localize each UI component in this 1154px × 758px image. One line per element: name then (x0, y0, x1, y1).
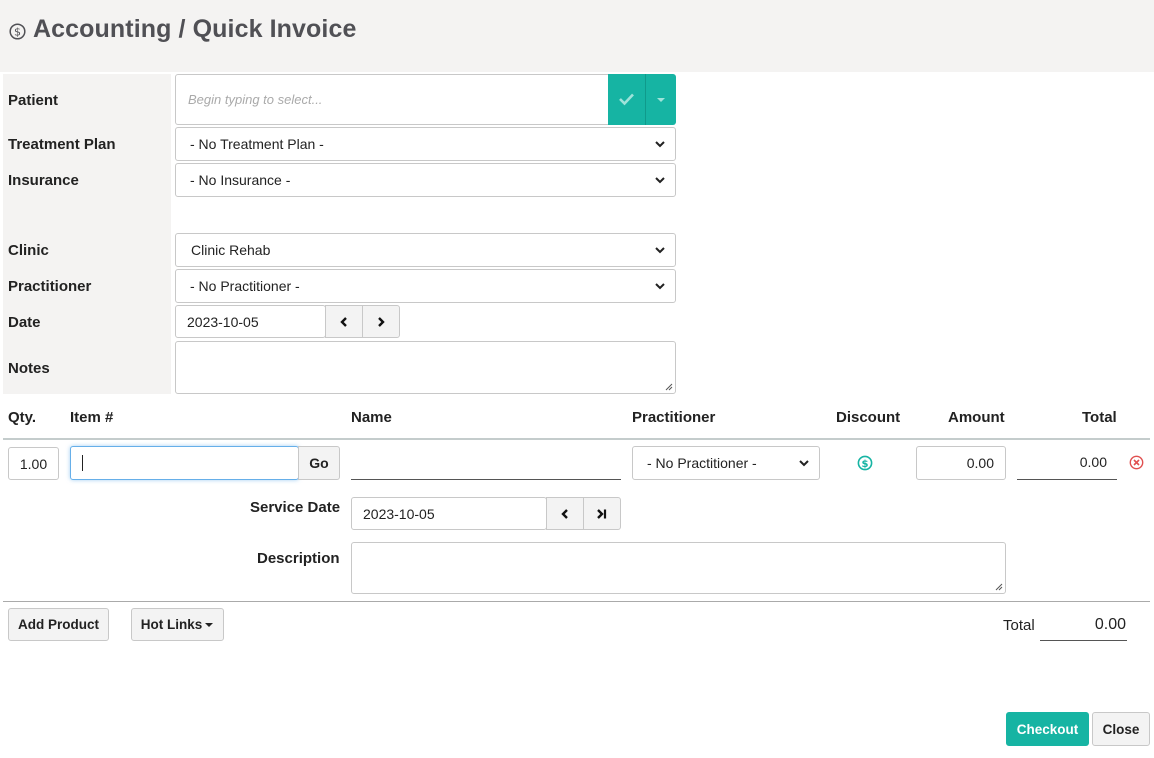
qty-input[interactable]: 1.00 (8, 447, 59, 480)
chevron-down-icon (655, 283, 665, 290)
patient-dropdown-button[interactable] (645, 74, 676, 125)
service-date-input[interactable]: 2023-10-05 (351, 497, 547, 530)
patient-label: Patient (8, 92, 59, 109)
column-header-practitioner: Practitioner (632, 409, 716, 426)
column-header-discount: Discount (836, 409, 901, 426)
form-label-column (3, 74, 171, 394)
resize-grip-icon (665, 383, 673, 391)
discount-icon[interactable]: $ (857, 455, 873, 471)
go-button[interactable]: Go (298, 446, 340, 480)
patient-placeholder: Begin typing to select... (188, 92, 323, 107)
clinic-label: Clinic (8, 242, 49, 259)
insurance-select[interactable]: - No Insurance - (175, 163, 676, 197)
chevron-left-icon (340, 316, 347, 327)
date-next-button[interactable] (362, 305, 400, 338)
chevron-left-icon (561, 508, 568, 519)
caret-down-icon (205, 622, 214, 627)
notes-label: Notes (8, 360, 50, 377)
notes-textarea[interactable] (175, 341, 676, 394)
amount-value: 0.00 (966, 455, 994, 471)
treatment-plan-value: - No Treatment Plan - (190, 136, 324, 152)
remove-row-icon[interactable] (1129, 455, 1144, 470)
treatment-plan-label: Treatment Plan (8, 136, 116, 153)
column-header-name: Name (351, 409, 392, 426)
row-practitioner-select[interactable]: - No Practitioner - (632, 446, 820, 480)
service-date-value: 2023-10-05 (363, 505, 435, 522)
date-input[interactable]: 2023-10-05 (175, 305, 326, 338)
insurance-label: Insurance (8, 172, 79, 189)
text-cursor (82, 455, 83, 471)
svg-text:$: $ (862, 459, 869, 470)
grand-total-label: Total (1003, 617, 1035, 634)
column-header-total: Total (1082, 409, 1117, 426)
service-date-label: Service Date (250, 499, 341, 516)
add-product-button[interactable]: Add Product (8, 608, 109, 641)
description-textarea[interactable] (351, 542, 1006, 594)
step-forward-icon (597, 508, 607, 519)
row-total-field: 0.00 (1017, 454, 1117, 480)
table-header-divider (3, 438, 1150, 440)
page-title: Accounting / Quick Invoice (33, 15, 357, 43)
service-date-prev-button[interactable] (546, 497, 584, 530)
service-date-last-button[interactable] (583, 497, 621, 530)
hot-links-label: Hot Links (140, 617, 203, 632)
treatment-plan-select[interactable]: - No Treatment Plan - (175, 127, 676, 161)
close-button[interactable]: Close (1092, 712, 1150, 746)
date-label: Date (8, 314, 41, 331)
column-header-qty: Qty. (8, 409, 37, 426)
row-practitioner-value: - No Practitioner - (647, 455, 757, 471)
chevron-down-icon (799, 460, 809, 467)
hot-links-button[interactable]: Hot Links (131, 608, 224, 641)
date-prev-button[interactable] (325, 305, 363, 338)
description-label: Description (257, 550, 340, 567)
clinic-select[interactable]: Clinic Rehab (175, 233, 676, 267)
insurance-value: - No Insurance - (190, 172, 291, 188)
grand-total-field: 0.00 (1040, 616, 1127, 641)
page-header: $ Accounting / Quick Invoice (0, 0, 1154, 72)
practitioner-value: - No Practitioner - (190, 278, 300, 294)
chevron-right-icon (378, 316, 385, 327)
caret-down-icon (657, 98, 665, 102)
resize-grip-icon (995, 583, 1003, 591)
practitioner-select[interactable]: - No Practitioner - (175, 269, 676, 303)
dollar-circle-icon: $ (9, 23, 26, 40)
amount-input[interactable]: 0.00 (916, 446, 1006, 480)
item-name-input[interactable] (351, 450, 621, 480)
grand-total-value: 0.00 (1094, 616, 1126, 633)
column-header-amount: Amount (948, 409, 1005, 426)
svg-text:$: $ (14, 26, 21, 39)
item-number-input[interactable] (70, 446, 299, 480)
checkout-button[interactable]: Checkout (1006, 712, 1089, 746)
column-header-item: Item # (70, 409, 114, 426)
chevron-down-icon (655, 141, 665, 148)
chevron-down-icon (655, 177, 665, 184)
practitioner-label: Practitioner (8, 278, 92, 295)
table-footer-divider (3, 601, 1150, 602)
checkmark-icon (619, 93, 634, 106)
row-total-value: 0.00 (1079, 454, 1107, 470)
patient-confirm-button[interactable] (608, 74, 645, 125)
patient-search-input[interactable]: Begin typing to select... (175, 74, 609, 125)
chevron-down-icon (655, 247, 665, 254)
qty-value: 1.00 (19, 455, 48, 472)
clinic-value: Clinic Rehab (191, 242, 271, 258)
date-value: 2023-10-05 (187, 313, 259, 330)
